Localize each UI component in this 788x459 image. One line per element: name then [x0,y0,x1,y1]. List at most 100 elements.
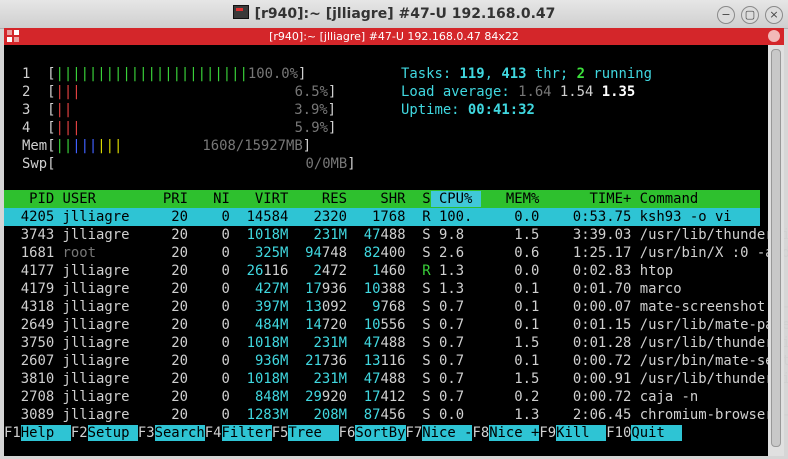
fkey-label-f5[interactable]: Tree [288,425,339,441]
cell-pri: 20 [146,407,189,423]
cell-virt: 325M [238,245,289,261]
table-row[interactable]: 1681 root 20 0 325M 94748 82400 S 2.6 0.… [4,244,788,262]
terminal-scrollbar[interactable] [768,45,784,456]
fkey-f1[interactable]: F1 [4,425,21,441]
cell-virt: 848M [238,389,289,405]
table-row[interactable]: 4179 jlliagre 20 0 427M 17936 10388 S 1.… [4,280,788,298]
cell-res: 231M [296,371,347,387]
column-header-ni[interactable]: NI [188,191,230,207]
cell-ni: 0 [188,353,230,369]
cell-shr: 82400 [355,245,406,261]
fkey-f8[interactable]: F8 [472,425,489,441]
fkey-f3[interactable]: F3 [138,425,155,441]
fkey-label-f10[interactable]: Quit [631,425,682,441]
table-row[interactable]: 2708 jlliagre 20 0 848M 29920 17412 S 0.… [4,388,788,406]
cell-cpu: 0.7 [430,299,481,315]
table-row[interactable]: 3810 jlliagre 20 0 1018M 231M 47488 S 0.… [4,370,788,388]
terminal-screen[interactable]: 1 [|||||||||||||||||||||||100.0%] 2 [|||… [4,45,788,456]
cell-pid: 3743 [4,227,55,243]
cell-virt: 1018M [238,227,289,243]
column-header-res[interactable]: RES [288,191,347,207]
column-header-cpu[interactable]: CPU% [430,191,481,207]
cell-res: 2472 [296,263,347,279]
cell-time: 0:02.83 [539,263,632,279]
cell-cpu: 9.8 [430,227,481,243]
cpu4-meter: 4 [||| 5.9%] [22,120,337,136]
cell-mem: 0.0 [480,209,540,225]
cell-cmd: /usr/bin/X :0 -audit [639,245,788,261]
fkey-f2[interactable]: F2 [71,425,88,441]
fkey-f5[interactable]: F5 [272,425,289,441]
cell-cpu: 2.6 [430,245,481,261]
column-header-virt[interactable]: VIRT [230,191,288,207]
cell-mem: 0.1 [480,299,540,315]
cell-mem: 1.5 [480,335,540,351]
cell-ni: 0 [188,263,230,279]
cell-pid: 4205 [4,209,55,225]
cell-mem: 0.6 [480,245,540,261]
cell-shr: 47488 [355,227,406,243]
cell-ni: 0 [188,281,230,297]
close-button[interactable]: × [765,6,783,24]
fkey-label-f7[interactable]: Nice - [422,425,473,441]
fkey-f6[interactable]: F6 [339,425,356,441]
cell-virt: 397M [238,299,289,315]
cell-cpu: 0.7 [430,371,481,387]
cell-mem: 0.1 [480,353,540,369]
table-row[interactable]: 2649 jlliagre 20 0 484M 14720 10556 S 0.… [4,316,788,334]
column-header-shr[interactable]: SHR [347,191,405,207]
fkey-label-f1[interactable]: Help [20,425,71,441]
scrollbar-thumb[interactable] [771,49,781,447]
cell-pri: 20 [146,227,189,243]
cell-res: 29920 [296,389,347,405]
cell-mem: 0.1 [480,281,540,297]
cell-cmd: /usr/lib/thunderbird/ [639,371,788,387]
cell-ni: 0 [188,209,230,225]
column-header-pri[interactable]: PRI [146,191,188,207]
cell-virt: 1018M [238,371,289,387]
maximize-button[interactable]: ▢ [741,6,759,24]
cell-pri: 20 [146,353,189,369]
title-bar[interactable]: [r940]:~ [jlliagre] #47-U 192.168.0.47 −… [0,0,788,29]
table-row[interactable]: 3750 jlliagre 20 0 1018M 231M 47488 S 0.… [4,334,788,352]
fkey-label-f9[interactable]: Kill [556,425,607,441]
fkey-label-f6[interactable]: SortBy [355,425,406,441]
fkey-f4[interactable]: F4 [205,425,222,441]
process-header-labels[interactable]: PID USER PRI NI VIRT RES SHR S CPU% MEM%… [4,190,788,208]
cell-time: 2:06.45 [539,407,632,423]
column-header-s[interactable]: S [405,191,430,207]
fkey-f9[interactable]: F9 [539,425,556,441]
table-row[interactable]: 2607 jlliagre 20 0 936M 21736 13116 S 0.… [4,352,788,370]
column-header-pid[interactable]: PID [4,191,54,207]
table-row[interactable]: 4177 jlliagre 20 0 26116 2472 1460 R 1.3… [4,262,788,280]
column-header-mem[interactable]: MEM% [481,191,539,207]
table-row[interactable]: 4318 jlliagre 20 0 397M 13092 9768 S 0.7… [4,298,788,316]
terminal-tab-bar[interactable]: [r940]:~ [jlliagre] #47-U 192.168.0.47 8… [4,28,784,45]
table-row[interactable]: 3089 jlliagre 20 0 1283M 208M 87456 S 0.… [4,406,788,424]
column-header-user[interactable]: USER [54,191,146,207]
cell-user: jlliagre [54,299,147,315]
cell-mem: 1.3 [480,407,540,423]
cell-ni: 0 [188,245,230,261]
fkey-label-f8[interactable]: Nice + [489,425,540,441]
fkey-label-f4[interactable]: Filter [221,425,272,441]
fkey-f7[interactable]: F7 [406,425,423,441]
column-header-command[interactable]: Command [631,191,788,207]
cell-pri: 20 [146,317,189,333]
minimize-button[interactable]: − [717,6,735,24]
fkey-label-f3[interactable]: Search [154,425,205,441]
table-row[interactable]: 3743 jlliagre 20 0 1018M 231M 47488 S 9.… [4,226,788,244]
column-header-time[interactable]: TIME+ [539,191,631,207]
function-key-bar: F1Help F2Setup F3SearchF4FilterF5Tree F6… [4,424,682,443]
table-row-selected[interactable]: 4205 jlliagre 20 0 14584 2320 1768 R 100… [4,208,788,226]
cell-ni: 0 [188,317,230,333]
tab-close-icon[interactable] [768,30,780,42]
fkey-f10[interactable]: F10 [606,425,631,441]
fkey-label-f2[interactable]: Setup [87,425,138,441]
cell-shr: 13116 [355,353,406,369]
cell-cmd: mate-screenshot --int [639,299,788,315]
cell-cpu: 0.7 [430,389,481,405]
uptime: Uptime: 00:41:32 [401,102,535,118]
cell-virt: 1283M [238,407,289,423]
cell-res: 13092 [296,299,347,315]
